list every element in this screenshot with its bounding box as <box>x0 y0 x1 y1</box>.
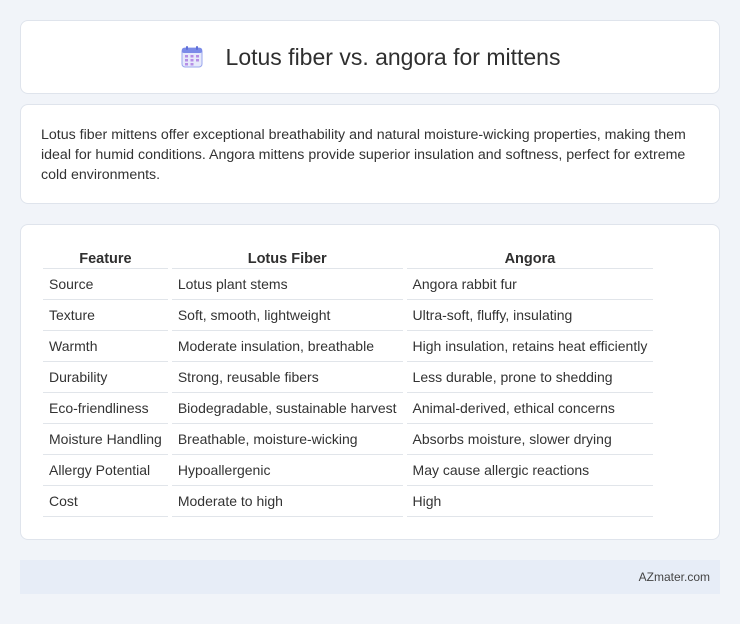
table-row: Eco-friendliness Biodegradable, sustaina… <box>43 393 654 424</box>
feature-cell: Cost <box>43 486 168 517</box>
feature-cell: Texture <box>43 300 168 331</box>
title-wrap: Lotus fiber vs. angora for mittens <box>180 43 561 71</box>
header-angora: Angora <box>406 247 654 269</box>
intro-card: Lotus fiber mittens offer exceptional br… <box>20 104 720 204</box>
feature-cell: Moisture Handling <box>43 424 168 455</box>
angora-cell: High insulation, retains heat efficientl… <box>406 331 654 362</box>
lotus-cell: Biodegradable, sustainable harvest <box>171 393 403 424</box>
angora-cell: Animal-derived, ethical concerns <box>406 393 654 424</box>
table-row: Source Lotus plant stems Angora rabbit f… <box>43 269 654 300</box>
angora-cell: Ultra-soft, fluffy, insulating <box>406 300 654 331</box>
feature-cell: Source <box>43 269 168 300</box>
angora-cell: May cause allergic reactions <box>406 455 654 486</box>
footer: AZmater.com <box>20 560 720 594</box>
intro-text: Lotus fiber mittens offer exceptional br… <box>41 127 686 183</box>
lotus-cell: Moderate to high <box>171 486 403 517</box>
footer-brand: AZmater.com <box>638 570 710 584</box>
lotus-cell: Moderate insulation, breathable <box>171 331 403 362</box>
lotus-cell: Hypoallergenic <box>171 455 403 486</box>
table-row: Warmth Moderate insulation, breathable H… <box>43 331 654 362</box>
angora-cell: Less durable, prone to shedding <box>406 362 654 393</box>
lotus-cell: Soft, smooth, lightweight <box>171 300 403 331</box>
angora-cell: Absorbs moisture, slower drying <box>406 424 654 455</box>
angora-cell: Angora rabbit fur <box>406 269 654 300</box>
page-title: Lotus fiber vs. angora for mittens <box>225 43 561 70</box>
table-row: Durability Strong, reusable fibers Less … <box>43 362 654 393</box>
table-row: Cost Moderate to high High <box>43 486 654 517</box>
feature-cell: Warmth <box>43 331 168 362</box>
header-card: Lotus fiber vs. angora for mittens <box>20 20 720 94</box>
comparison-table-card: Feature Lotus Fiber Angora Source Lotus … <box>20 224 720 540</box>
calendar-icon <box>180 45 204 69</box>
lotus-cell: Strong, reusable fibers <box>171 362 403 393</box>
header-feature: Feature <box>43 247 168 269</box>
angora-cell: High <box>406 486 654 517</box>
table-row: Moisture Handling Breathable, moisture-w… <box>43 424 654 455</box>
lotus-cell: Lotus plant stems <box>171 269 403 300</box>
lotus-cell: Breathable, moisture-wicking <box>171 424 403 455</box>
header-lotus-fiber: Lotus Fiber <box>171 247 403 269</box>
table-header-row: Feature Lotus Fiber Angora <box>43 247 654 269</box>
table-row: Allergy Potential Hypoallergenic May cau… <box>43 455 654 486</box>
feature-cell: Allergy Potential <box>43 455 168 486</box>
comparison-table: Feature Lotus Fiber Angora Source Lotus … <box>39 247 657 517</box>
feature-cell: Eco-friendliness <box>43 393 168 424</box>
feature-cell: Durability <box>43 362 168 393</box>
table-row: Texture Soft, smooth, lightweight Ultra-… <box>43 300 654 331</box>
